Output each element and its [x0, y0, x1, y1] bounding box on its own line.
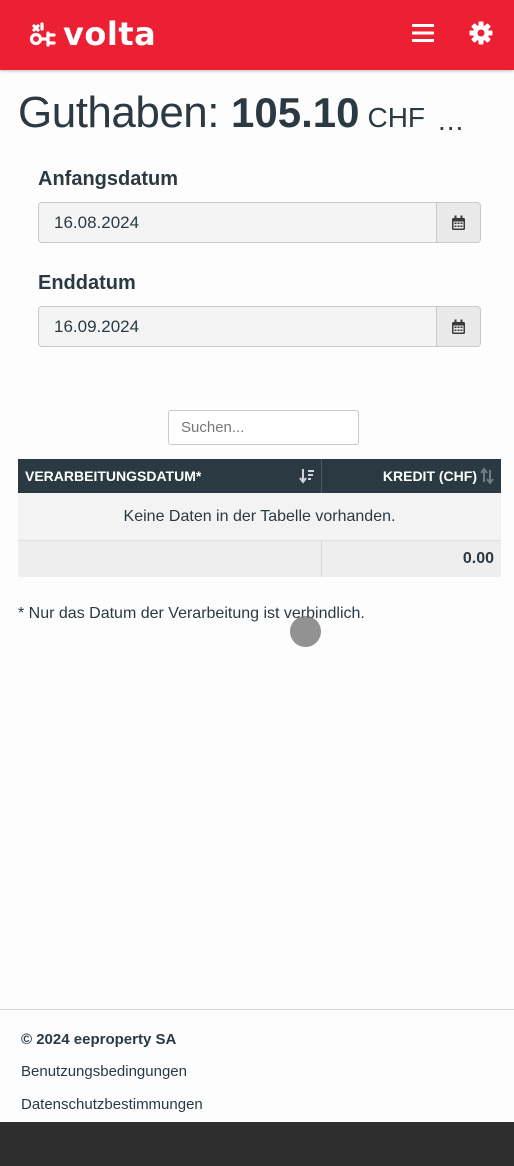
table-header: VERARBEITUNGSDATUM* KREDIT (CHF) — [18, 459, 501, 493]
end-date-label: Enddatum — [38, 272, 136, 294]
balance-label: Guthaben: — [18, 88, 220, 137]
calendar-icon — [452, 215, 465, 230]
more-options-button[interactable]: ... — [438, 106, 466, 136]
end-date-input[interactable] — [39, 307, 436, 346]
logo-text: volta — [63, 15, 157, 53]
terms-of-use-link[interactable]: Benutzungsbedingungen — [21, 1063, 187, 1080]
balance-amount: 105.10 — [231, 89, 360, 136]
footer-cell-empty — [18, 541, 322, 577]
app-header: volta — [0, 0, 514, 70]
start-date-group — [38, 202, 481, 243]
touch-indicator — [290, 616, 321, 647]
start-date-calendar-button[interactable] — [436, 203, 480, 242]
start-date-input[interactable] — [39, 203, 436, 242]
plug-logo-icon — [29, 22, 56, 47]
privacy-policy-link[interactable]: Datenschutzbestimmungen — [21, 1096, 203, 1113]
gear-icon[interactable] — [468, 20, 494, 46]
balance-display: Guthaben: 105.10 CHF — [18, 88, 425, 148]
empty-table-message: Keine Daten in der Tabelle vorhanden. — [18, 493, 501, 541]
sort-descending-icon — [299, 469, 314, 484]
table-footer: 0.00 — [18, 541, 501, 577]
balance-currency: CHF — [367, 102, 426, 133]
credit-total: 0.00 — [462, 550, 494, 567]
end-date-calendar-button[interactable] — [436, 307, 480, 346]
volta-logo[interactable]: volta — [28, 14, 156, 54]
transactions-table: VERARBEITUNGSDATUM* KREDIT (CHF) Keine D… — [18, 459, 501, 577]
copyright-text: © 2024 eeproperty SA — [21, 1031, 177, 1048]
column-label: VERARBEITUNGSDATUM* — [25, 468, 202, 484]
end-date-group — [38, 306, 481, 347]
footer-divider — [0, 1009, 514, 1010]
start-date-label: Anfangsdatum — [38, 168, 178, 190]
calendar-icon — [452, 319, 465, 334]
sort-icon — [480, 467, 494, 485]
column-header-credit[interactable]: KREDIT (CHF) — [322, 459, 501, 493]
system-navigation-bar — [0, 1122, 514, 1166]
hamburger-icon[interactable] — [410, 21, 436, 45]
column-label: KREDIT (CHF) — [382, 468, 477, 484]
column-header-processing-date[interactable]: VERARBEITUNGSDATUM* — [18, 459, 322, 493]
search-input[interactable] — [168, 410, 359, 445]
